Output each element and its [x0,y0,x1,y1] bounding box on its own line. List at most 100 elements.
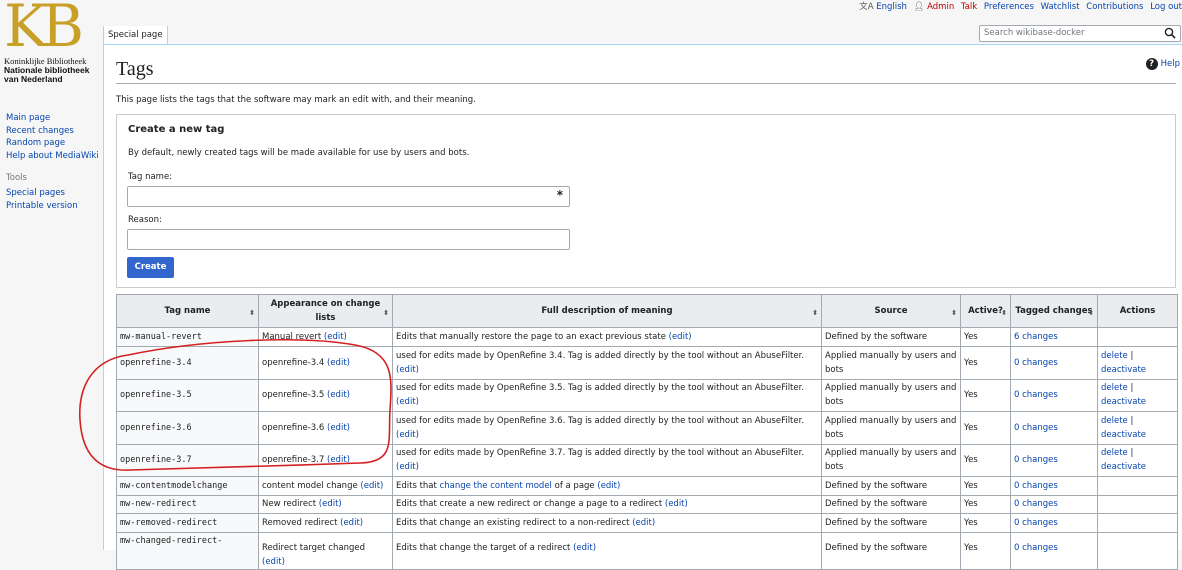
create-button[interactable]: Create [127,257,174,278]
talk-link[interactable]: Talk [961,2,977,12]
edit-link[interactable]: (edit) [665,499,688,509]
personal-tools: 文A English 👤︎ Admin Talk Preferences Wat… [859,0,1182,12]
sidebar-item-help[interactable]: Help about MediaWiki [6,150,102,163]
search-input[interactable]: Search wikibase-docker [979,25,1181,42]
tag-name-cell: mw-contentmodelchange [116,476,259,496]
sidebar-item-recent-changes[interactable]: Recent changes [6,125,102,138]
tagged-changes-link[interactable]: 0 changes [1014,455,1058,465]
edit-link[interactable]: (edit) [669,332,692,342]
required-asterisk-icon: * [556,188,563,202]
help-icon: ? [1145,58,1158,70]
deactivate-link[interactable]: deactivate [1101,462,1146,472]
tagged-changes-link[interactable]: 0 changes [1014,358,1058,368]
tagged-changes-link[interactable]: 0 changes [1014,518,1058,528]
tagged-changes-link[interactable]: 0 changes [1014,481,1058,491]
user-name: Admin [927,2,955,12]
preferences-link[interactable]: Preferences [984,2,1034,12]
table-row: mw-contentmodelchange content model chan… [116,476,1178,496]
edit-link[interactable]: (edit) [597,481,620,491]
main-content: Tags ? Help This page lists the tags tha… [103,44,1182,570]
tagged-changes-link[interactable]: 0 changes [1014,390,1058,400]
tagged-changes-link[interactable]: 0 changes [1014,423,1058,433]
table-row: openrefine-3.4 openrefine-3.4 (edit) use… [116,346,1178,380]
delete-link[interactable]: delete [1101,416,1128,426]
form-description: By default, newly created tags will be m… [128,148,470,158]
header-appearance[interactable]: Appearance on change lists ⬍ [258,294,393,328]
delete-link[interactable]: delete [1101,383,1128,393]
tag-name-cell: mw-removed-redirect [116,513,259,533]
contributions-link[interactable]: Contributions [1086,2,1143,12]
logo-line-3: van Nederland [4,74,63,84]
edit-link[interactable]: (edit) [327,390,350,400]
sidebar: Main page Recent changes Random page Hel… [6,112,102,212]
header-tag-name[interactable]: Tag name ⬍ [116,294,259,328]
appearance-cell: openrefine-3.7 (edit) [258,443,393,477]
sidebar-item-printable-version[interactable]: Printable version [6,200,102,213]
appearance-cell: content model change (edit) [258,476,393,496]
deactivate-link[interactable]: deactivate [1101,397,1146,407]
header-description[interactable]: Full description of meaning ⬍ [392,294,822,328]
actions-cell [1097,327,1178,347]
active-cell: Yes [960,494,1011,514]
header-source[interactable]: Source ⬍ [821,294,961,328]
active-cell: Yes [960,411,1011,445]
help-link[interactable]: ? Help [1145,58,1180,70]
appearance-text: content model change [262,480,358,491]
user-icon: 👤︎ [913,2,925,12]
edit-link[interactable]: (edit) [319,499,342,509]
tagged-changes-link[interactable]: 6 changes [1014,332,1058,342]
description-cell: used for edits made by OpenRefine 3.4. T… [392,346,822,380]
delete-link[interactable]: delete [1101,448,1128,458]
site-logo[interactable]: KB Koninklijke Bibliotheek Nationale bib… [4,0,94,86]
edit-link[interactable]: (edit) [324,332,347,342]
description-cell: Edits that change the target of a redire… [392,531,822,570]
appearance-cell: Removed redirect (edit) [258,513,393,533]
sidebar-item-random-page[interactable]: Random page [6,137,102,150]
edit-link[interactable]: (edit) [396,462,419,472]
reason-input[interactable] [127,229,570,250]
edit-link[interactable]: (edit) [340,518,363,528]
header-label: Source [874,306,908,316]
edit-link[interactable]: (edit) [573,543,596,553]
edit-link[interactable]: (edit) [327,358,350,368]
active-cell: Yes [960,531,1011,570]
source-cell: Defined by the software [821,494,961,514]
watchlist-link[interactable]: Watchlist [1041,2,1080,12]
header-active[interactable]: Active? ⬍ [960,294,1011,328]
sidebar-item-special-pages[interactable]: Special pages [6,187,102,200]
logout-link[interactable]: Log out [1150,2,1182,12]
delete-link[interactable]: delete [1101,351,1128,361]
edit-link[interactable]: (edit) [396,365,419,375]
edit-link[interactable]: (edit) [632,518,655,528]
tagged-changes-link[interactable]: 0 changes [1014,543,1058,553]
deactivate-link[interactable]: deactivate [1101,365,1146,375]
sidebar-item-main-page[interactable]: Main page [6,112,102,125]
language-selector[interactable]: 文A English [859,2,909,12]
header-label: Appearance on change lists [270,299,381,323]
edit-link[interactable]: (edit) [262,557,285,567]
actions-cell: delete | deactivate [1097,411,1178,445]
edit-link[interactable]: (edit) [396,430,419,440]
search-icon[interactable] [1164,27,1176,39]
edit-link[interactable]: (edit) [327,455,350,465]
deactivate-link[interactable]: deactivate [1101,430,1146,440]
tagged-changes-link[interactable]: 0 changes [1014,499,1058,509]
tagged-changes-cell: 0 changes [1010,513,1098,533]
description-cell: used for edits made by OpenRefine 3.6. T… [392,411,822,445]
sort-icon: ⬍ [1001,309,1007,317]
create-tag-form: Create a new tag By default, newly creat… [116,114,1176,288]
header-actions: Actions [1097,294,1178,328]
edit-link[interactable]: (edit) [327,423,350,433]
tag-name-label: Tag name: [128,172,173,182]
tag-name-input[interactable]: * [127,186,570,207]
edit-link[interactable]: (edit) [360,481,383,491]
sort-icon: ⬍ [249,309,255,317]
user-link[interactable]: 👤︎ Admin [914,2,957,12]
tab-special-page[interactable]: Special page [103,26,168,44]
tag-name-cell: openrefine-3.7 [116,443,259,477]
edit-link[interactable]: (edit) [396,397,419,407]
description-text: used for edits made by OpenRefine 3.7. T… [396,448,805,459]
header-tagged-changes[interactable]: Tagged changes ⬍ [1010,294,1098,328]
tagged-changes-cell: 0 changes [1010,378,1098,412]
content-model-link[interactable]: change the content model [440,481,552,491]
